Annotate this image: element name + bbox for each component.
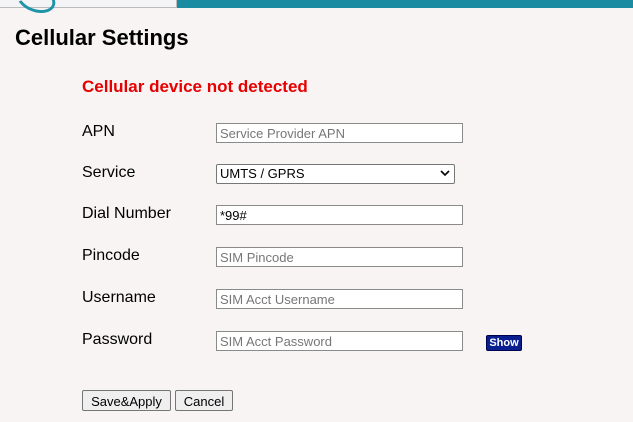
device-status-alert: Cellular device not detected	[82, 77, 308, 96]
page-title: Cellular Settings	[15, 25, 189, 50]
cancel-button[interactable]: Cancel	[175, 390, 233, 411]
pincode-label: Pincode	[82, 247, 140, 264]
apn-input[interactable]	[216, 123, 463, 143]
service-label: Service	[82, 164, 136, 181]
service-select[interactable]: UMTS / GPRS	[216, 164, 455, 184]
dial-number-label: Dial Number	[82, 205, 171, 222]
show-password-button[interactable]: Show	[486, 335, 522, 351]
apn-label: APN	[82, 123, 115, 140]
top-banner	[0, 0, 633, 19]
service-selected-value: UMTS / GPRS	[220, 166, 305, 181]
logo-arc-icon	[12, 0, 60, 19]
logo-area	[0, 0, 177, 19]
password-input[interactable]	[216, 331, 463, 351]
chevron-down-icon	[440, 170, 450, 177]
password-label: Password	[82, 331, 153, 348]
pincode-input[interactable]	[216, 247, 463, 267]
username-input[interactable]	[216, 289, 463, 309]
username-label: Username	[82, 289, 156, 306]
save-apply-button[interactable]: Save&Apply	[82, 390, 171, 411]
dial-number-input[interactable]	[216, 205, 463, 225]
